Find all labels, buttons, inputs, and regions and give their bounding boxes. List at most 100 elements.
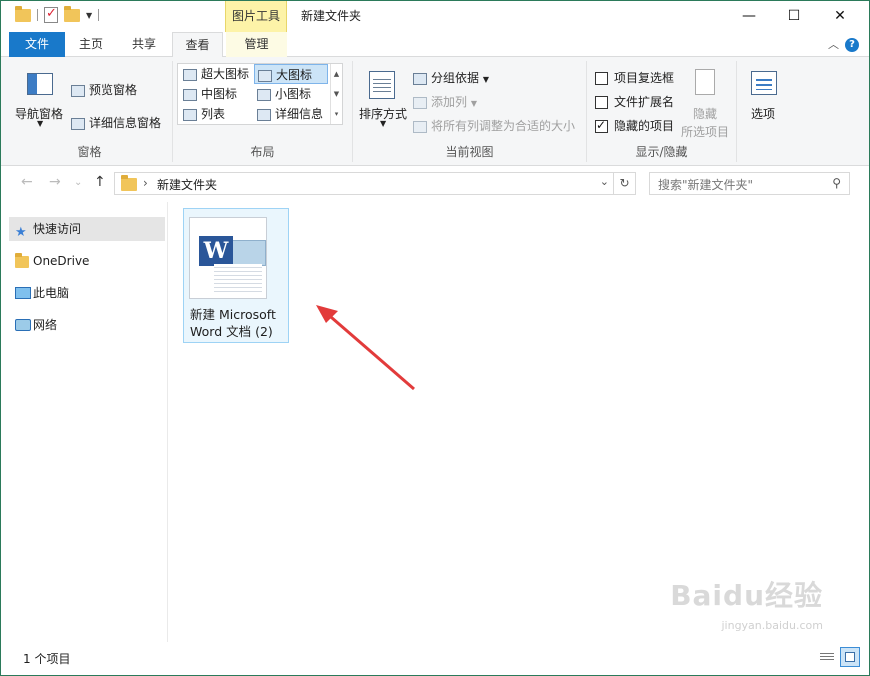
search-icon[interactable]: ⚲ [832,176,841,190]
size-all-columns-button[interactable]: 将所有列调整为合适的大小 [413,117,575,134]
tab-file[interactable]: 文件 [9,32,65,57]
file-extensions-toggle[interactable]: 文件扩展名 [595,93,674,110]
breadcrumb-chevron-icon[interactable]: › [143,176,148,190]
status-bar: 1 个项目 [1,642,869,675]
ribbon: 导航窗格 ▼ 预览窗格 详细信息窗格 窗格 布局 超大图标 大图标 中图标 小图… [1,57,869,166]
file-extensions-label: 文件扩展名 [614,95,675,109]
customize-qat-icon[interactable]: ▼ [86,11,92,20]
sidebar-item-network[interactable]: 网络 [9,313,165,337]
navigation-pane-icon [27,73,53,95]
recent-locations-icon[interactable]: ⌄ [74,177,82,188]
tab-home[interactable]: 主页 [69,32,113,57]
hidden-items-checkbox[interactable] [595,118,608,133]
item-checkboxes-label: 项目复选框 [614,71,675,85]
word-document-icon: W [189,217,267,299]
details-view-icon[interactable] [817,647,837,667]
navigation-pane-dropdown-icon[interactable]: ▼ [37,119,43,128]
details-pane-button[interactable]: 详细信息窗格 [71,114,161,131]
computer-icon [15,287,31,299]
layout-small-icons[interactable]: 小图标 [254,84,328,104]
medium-icons-icon [183,88,197,101]
layout-list-label: 列表 [201,107,226,121]
forward-icon[interactable]: → [49,174,61,190]
folder-icon [15,253,29,268]
hidden-items-toggle[interactable]: 隐藏的项目 [595,117,674,134]
preview-pane-button[interactable]: 预览窗格 [71,81,137,98]
add-columns-button[interactable]: 添加列 ▼ [413,93,477,110]
sidebar-item-label: 此电脑 [33,286,70,300]
sidebar-item-this-pc[interactable]: 此电脑 [9,281,165,305]
group-show-hide: 项目复选框 文件扩展名 隐藏的项目 隐藏 所选项目 显示/隐藏 [587,61,737,162]
item-checkboxes-checkbox[interactable] [595,72,608,85]
small-icons-icon [257,88,271,101]
layout-small-label: 小图标 [275,87,312,101]
star-icon: ★ [15,225,27,240]
large-icons-view-icon[interactable] [840,647,860,667]
layout-large-icons[interactable]: 大图标 [254,64,328,84]
layout-details[interactable]: 详细信息 [254,104,328,124]
group-current-view: 排序方式 ▼ 分组依据 ▼ 添加列 ▼ 将所有列调整为合适的大小 当前视图 [353,61,587,162]
refresh-icon[interactable]: ↻ [613,173,635,194]
breadcrumb-current[interactable]: 新建文件夹 [157,176,217,193]
layout-gallery-scroll[interactable]: ▲ ▼ ▾ [330,64,342,124]
layout-list[interactable]: 列表 [180,104,252,124]
ribbon-tabs: 文件 主页 共享 查看 管理 ︿ ? [1,32,869,58]
sidebar-item-label: 快速访问 [33,222,82,236]
sidebar-item-label: OneDrive [33,254,90,268]
group-label-current-view: 当前视图 [445,145,494,159]
layout-large-label: 大图标 [276,68,313,82]
minimize-button[interactable]: — [726,1,772,32]
options-icon [751,71,777,95]
group-label-panes: 窗格 [77,145,102,159]
group-by-button[interactable]: 分组依据 ▼ [413,69,489,86]
item-count: 1 个项目 [23,652,71,666]
file-list: W 新建 Microsoft Word 文档 (2) Baidu经验 jingy… [168,202,869,642]
collapse-ribbon-icon[interactable]: ︿ [828,36,839,52]
quick-access-toolbar: ▼ [15,5,100,23]
tab-manage[interactable]: 管理 [226,32,287,57]
layout-medium-icons[interactable]: 中图标 [180,84,252,104]
layout-gallery: 超大图标 大图标 中图标 小图标 列表 详细信息 ▲ ▼ ▾ [177,63,343,125]
file-item[interactable]: W 新建 Microsoft Word 文档 (2) [183,208,289,343]
sort-by-dropdown-icon[interactable]: ▼ [380,119,386,128]
add-columns-icon [413,96,427,109]
extra-large-icons-icon [183,68,197,81]
arrow-shaft [323,309,415,391]
hide-selected-icon [695,69,715,95]
help-icon[interactable]: ? [845,38,859,52]
back-icon[interactable]: ← [21,174,33,190]
file-extensions-checkbox[interactable] [595,96,608,109]
tab-share[interactable]: 共享 [121,32,167,57]
layout-extra-large-icons[interactable]: 超大图标 [180,64,252,84]
new-folder-icon[interactable] [64,5,80,22]
properties-icon[interactable] [44,6,58,23]
tab-view[interactable]: 查看 [172,32,223,58]
layout-extra-large-label: 超大图标 [201,67,250,81]
navigation-pane: ★ 快速访问 OneDrive 此电脑 网络 [1,202,168,642]
group-options: 选项 [737,61,791,162]
red-arrow-annotation [316,305,415,391]
folder-icon [15,5,31,22]
title-bar: ▼ 图片工具 新建文件夹 — ☐ ✕ [1,1,869,32]
sidebar-item-onedrive[interactable]: OneDrive [9,249,165,273]
item-checkboxes-toggle[interactable]: 项目复选框 [595,69,674,86]
watermark-url: jingyan.baidu.com [721,619,823,632]
separator [98,9,100,21]
address-bar[interactable]: › 新建文件夹 ⌄ ↻ [114,172,636,195]
maximize-button[interactable]: ☐ [771,1,817,32]
search-input[interactable]: 搜索"新建文件夹" ⚲ [649,172,850,195]
explorer-window: ▼ 图片工具 新建文件夹 — ☐ ✕ 文件 主页 共享 查看 管理 ︿ ? 导航… [0,0,870,676]
add-columns-label: 添加列 [431,95,468,109]
window-title: 新建文件夹 [301,9,362,23]
close-button[interactable]: ✕ [817,1,863,32]
sidebar-item-label: 网络 [33,318,58,332]
word-image-icon [230,240,266,266]
address-dropdown-icon[interactable]: ⌄ [600,175,609,188]
navigation-bar: ← → ⌄ ↑ › 新建文件夹 ⌄ ↻ 搜索"新建文件夹" ⚲ [1,166,869,202]
up-icon[interactable]: ↑ [94,174,106,190]
hide-selected-button[interactable]: 隐藏 [693,105,717,122]
sidebar-item-quick-access[interactable]: ★ 快速访问 [9,217,165,241]
options-button[interactable]: 选项 [751,105,775,122]
layout-medium-label: 中图标 [201,87,238,101]
group-label-layout: 布局 [250,145,275,159]
